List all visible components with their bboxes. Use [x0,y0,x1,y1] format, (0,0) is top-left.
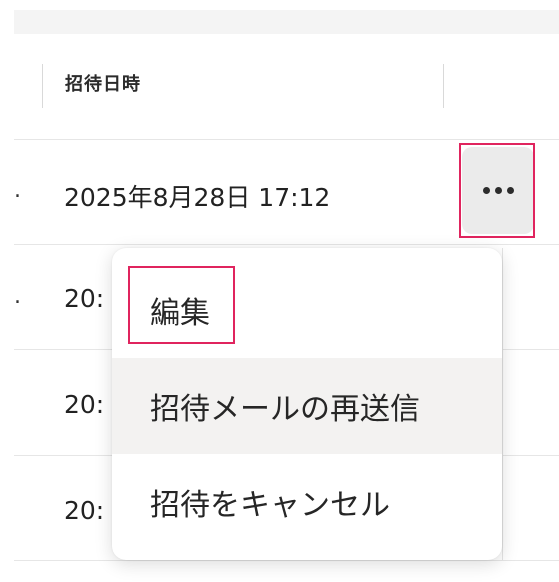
column-separator [443,64,444,108]
column-header-invited-at[interactable]: 招待日時 [65,70,141,96]
invited-at-cell: 20: [64,496,105,525]
truncated-cell: . [14,178,21,203]
menu-item-resend-invitation[interactable]: 招待メールの再送信 [112,358,502,454]
scrollbar-track [502,248,503,560]
menu-item-label: 招待メールの再送信 [150,392,420,427]
menu-item-cancel-invitation[interactable]: 招待をキャンセル [112,454,502,550]
row-divider [14,560,559,561]
menu-item-label: 編集 [150,296,210,331]
more-horizontal-icon [482,187,514,194]
truncated-cell: . [14,284,21,309]
row-actions-button[interactable] [462,147,534,234]
row-divider [14,244,559,245]
invited-at-cell: 20: [64,390,105,419]
row-divider [14,139,559,140]
row-actions-menu: 編集 招待メールの再送信 招待をキャンセル [112,248,502,560]
menu-item-edit[interactable]: 編集 [112,262,502,358]
members-invitations-view: 招待日時 . 2025年8月28日 17:12 . 20: 20: 20: 編集… [0,0,559,582]
menu-item-label: 招待をキャンセル [150,488,390,523]
toolbar-band [0,0,559,36]
column-separator [42,64,43,108]
invited-at-cell: 2025年8月28日 17:12 [64,183,331,212]
invited-at-cell: 20: [64,284,105,313]
